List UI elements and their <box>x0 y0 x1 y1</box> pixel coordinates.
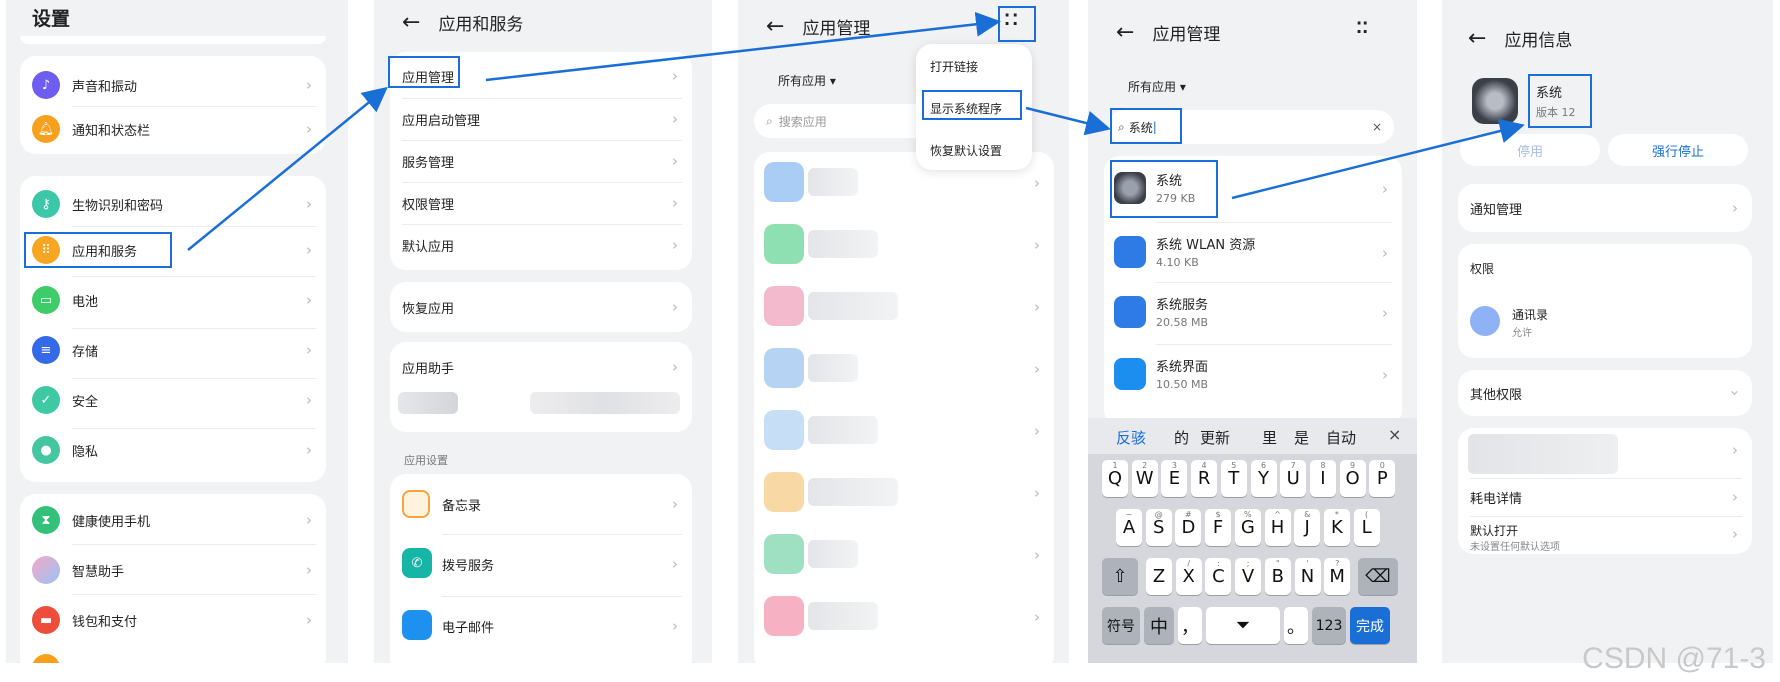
annotation-arrows <box>187 11 1525 251</box>
watermark: CSDN @71-3 <box>1582 642 1766 675</box>
arrow-2 <box>485 11 1001 82</box>
arrow-1 <box>187 86 388 251</box>
arrow-4 <box>1231 118 1525 200</box>
arrow-3 <box>1025 106 1111 136</box>
